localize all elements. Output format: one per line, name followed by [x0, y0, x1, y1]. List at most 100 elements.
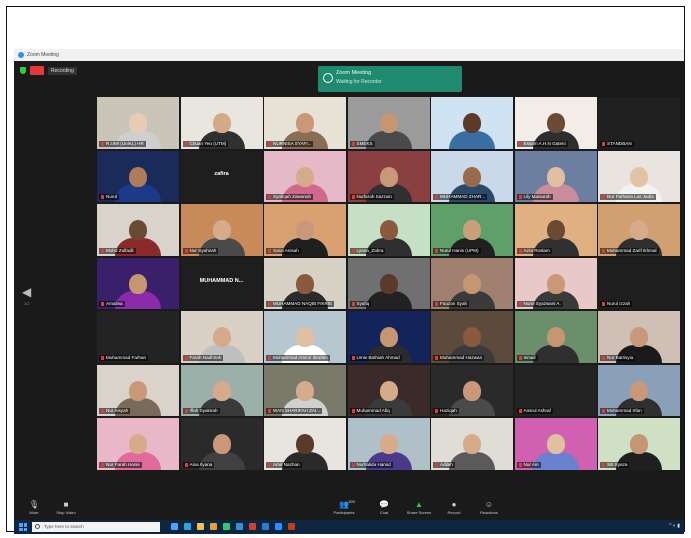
participant-tile[interactable]: NURNISA SYAFI...: [264, 97, 346, 149]
participant-name: Aina Ilyana: [189, 461, 213, 467]
participant-head: [463, 113, 481, 134]
participant-tile[interactable]: Fauzan Syah: [431, 257, 513, 309]
participant-name-label: Nur Aisyah: [99, 408, 131, 414]
participant-tile[interactable]: Haziqah: [431, 364, 513, 416]
record-icon: ●: [451, 500, 457, 509]
participant-tile[interactable]: Syafiqah Zawanah: [264, 150, 346, 202]
participant-tile[interactable]: Ismail: [514, 311, 597, 363]
participant-tile[interactable]: Nur Aisyah: [97, 364, 179, 416]
participant-name: Siti Syaza: [607, 461, 628, 467]
participant-tile[interactable]: SMEKS: [347, 97, 430, 149]
pdf-reader-icon[interactable]: [249, 523, 256, 530]
participant-tile[interactable]: Siti Syaza: [598, 418, 680, 470]
participant-tile[interactable]: Iffah Syakirah: [180, 364, 263, 416]
edge-browser-icon[interactable]: [184, 523, 191, 530]
file-explorer-icon[interactable]: [197, 523, 204, 530]
participant-tile[interactable]: Amirul Ashraf: [514, 364, 597, 416]
participant-head: [129, 380, 147, 401]
participant-tile[interactable]: Aina Ilyana: [180, 418, 263, 470]
participant-tile[interactable]: Nur Batrisyia: [598, 311, 680, 363]
participant-name: Lily Maisarah: [523, 194, 551, 199]
participant-name-label: Nur Batrisyia: [600, 354, 636, 361]
task-view-icon[interactable]: [171, 523, 178, 530]
reactions-button[interactable]: ☺ Reactions: [469, 499, 509, 515]
participant-tile[interactable]: Umie Bathiah Ahmad: [347, 311, 430, 363]
participant-tile[interactable]: Nurul Hanis (UPM): [431, 204, 513, 256]
participant-tile[interactable]: MUHAMMAD N...: [180, 257, 263, 309]
participant-tile[interactable]: Muhammad Amirul Ibrahim: [264, 311, 346, 363]
participant-tile[interactable]: [431, 97, 513, 149]
participant-tile[interactable]: Nur Syahirah: [180, 204, 263, 256]
app-icon[interactable]: [236, 523, 243, 530]
participant-tile[interactable]: Nurul Izzah: [598, 257, 680, 309]
participant-head: [379, 380, 398, 401]
participant-tile[interactable]: Adilah: [431, 418, 513, 470]
stop-video-button[interactable]: ■ Stop Video: [46, 499, 86, 515]
participant-tile[interactable]: Nur Farah Hanis: [97, 418, 179, 470]
system-tray[interactable]: ^ ◐ ▮: [669, 523, 680, 529]
participant-head: [296, 113, 314, 134]
participant-tile[interactable]: MUHAMMAD NAQIB FIKRIE: [264, 257, 346, 309]
participant-name: Nur Ain: [523, 461, 539, 467]
participant-name-label: Nur Syahirah: [182, 247, 219, 254]
muted-microphone-icon: [101, 141, 104, 146]
participant-tile[interactable]: Nur Ain: [514, 418, 597, 470]
control-label: Chat: [379, 510, 389, 515]
participant-head: [129, 166, 147, 187]
muted-microphone-icon: [101, 409, 104, 413]
zoom-taskbar-icon[interactable]: [275, 523, 282, 530]
participant-tile[interactable]: WAN SHARIFAH ZAI...: [264, 364, 346, 416]
participant-tile[interactable]: Muhammad Irfan: [598, 364, 680, 416]
participant-display-name: MUHAMMAD N...: [199, 277, 244, 284]
muted-microphone-icon: [518, 355, 522, 360]
participant-tile[interactable]: Muhammad Zarif Ikhmal: [598, 204, 680, 256]
muted-microphone-icon: [518, 195, 522, 199]
security-shield-icon[interactable]: [20, 67, 26, 74]
participant-tile[interactable]: Muhammad Afiq: [347, 364, 430, 416]
taskbar-search-box[interactable]: Type here to search: [32, 522, 160, 532]
participant-tile[interactable]: Nurhalida Hamid: [347, 418, 430, 470]
participant-tile[interactable]: Muhammad Farhan: [97, 311, 179, 363]
windows-start-icon[interactable]: [19, 523, 27, 531]
video-camera-icon: ■: [63, 500, 69, 509]
participant-tile[interactable]: Syafiq: [347, 257, 430, 309]
participant-tile[interactable]: MUHAMMAD ZHAR...: [431, 150, 513, 202]
previous-page-arrow-icon[interactable]: ◀: [22, 285, 31, 299]
participant-tile[interactable]: Nurul: [97, 150, 179, 202]
share-screen-button[interactable]: ▲ Share Screen: [399, 499, 439, 515]
meeting-notification[interactable]: Zoom Meeting Waiting for Recorder: [318, 66, 462, 92]
powerpoint-icon[interactable]: [288, 523, 295, 530]
participant-tile[interactable]: Amir Nazhan: [264, 418, 346, 470]
participant-tile[interactable]: Mohd Zulfadli: [97, 204, 179, 256]
participant-tile[interactable]: Nur Farhana Lus Jadia: [598, 150, 680, 202]
participant-tile[interactable]: Chuan Yeo (UTM): [180, 97, 263, 149]
participant-tile[interactable]: Sarai Anisah: [264, 204, 346, 256]
participant-tile[interactable]: Essam A.H.N Gateni: [514, 97, 597, 149]
participant-head: [630, 166, 648, 187]
word-icon[interactable]: [262, 523, 269, 530]
participant-name: Essam A.H.N Gateni: [523, 140, 566, 146]
whatsapp-icon[interactable]: [223, 523, 230, 530]
participant-name: Nurul Izzah: [607, 301, 631, 306]
record-button[interactable]: ● Record: [434, 499, 474, 515]
participant-tile[interactable]: zafira: [180, 150, 263, 202]
participant-tile[interactable]: Lyana_Zahra: [347, 204, 430, 256]
participant-name: Nurhalida Hamid: [356, 461, 391, 467]
participant-tile[interactable]: Nurfarah Sazzuin: [347, 150, 430, 202]
participant-tile[interactable]: R.UMI (UniKL) HR: [97, 97, 179, 149]
participant-name: Muhammad Amirul Ibrahim: [273, 354, 328, 360]
recording-label[interactable]: Recording: [48, 67, 77, 75]
participant-tile[interactable]: Nurul Syazwani A.: [514, 257, 597, 309]
firefox-icon[interactable]: [210, 523, 217, 530]
participant-tile[interactable]: Amalina: [97, 257, 179, 309]
participant-tile[interactable]: STANDBAN: [598, 97, 680, 149]
chat-button[interactable]: 💬 Chat: [364, 499, 404, 515]
participant-tile[interactable]: Muhammad Hazwan: [431, 311, 513, 363]
muted-microphone-icon: [602, 355, 605, 360]
muted-microphone-icon: [351, 248, 355, 253]
participant-name: Ismail: [523, 354, 536, 360]
participant-tile[interactable]: Lily Maisarah: [514, 150, 597, 202]
participants-button[interactable]: 👥 Participants 109: [324, 499, 364, 515]
participant-tile[interactable]: Azra Roslam: [514, 204, 597, 256]
participant-tile[interactable]: Farah Nadhirah: [180, 311, 263, 363]
